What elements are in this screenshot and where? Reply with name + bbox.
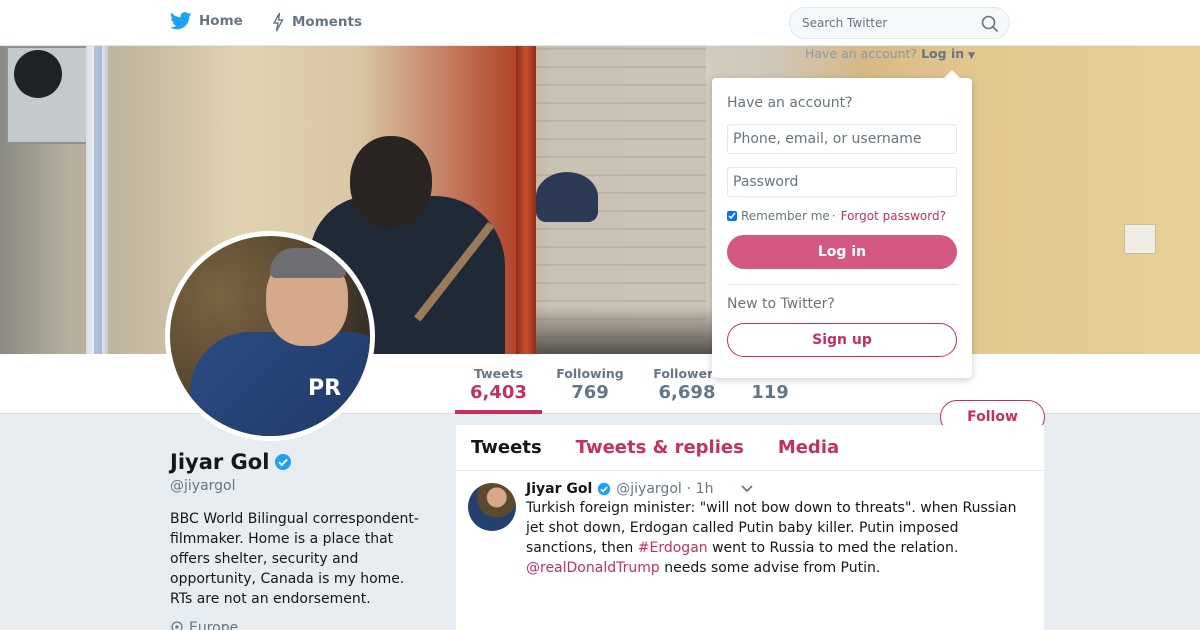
tab-tweets-and-replies[interactable]: Tweets & replies — [576, 437, 744, 458]
login-dropdown: Have an account? Remember me · Forgot pa… — [712, 70, 972, 378]
tweet-text-part: went to Russia to med the relation. — [707, 540, 959, 556]
remember-me-label[interactable]: Remember me — [741, 209, 830, 223]
tweet-timestamp[interactable]: · 1h — [687, 481, 714, 497]
timeline-tabs: Tweets Tweets & replies Media — [456, 425, 1044, 471]
active-tab-indicator — [455, 410, 542, 414]
twitter-bird-icon — [170, 12, 192, 30]
signup-button[interactable]: Sign up — [727, 323, 957, 357]
verified-icon — [598, 482, 611, 496]
stat-label: Tweets — [473, 366, 524, 381]
location-text: Europe — [189, 620, 239, 630]
timeline: Tweets Tweets & replies Media Jiyar Gol … — [456, 425, 1044, 630]
top-navigation: Home Moments — [0, 0, 1200, 46]
divider — [727, 284, 957, 285]
login-link-prefix: Have an account? — [805, 46, 918, 61]
profile-avatar[interactable]: PR — [165, 231, 375, 441]
remember-row: Remember me · Forgot password? — [727, 209, 957, 223]
tweet-author-name[interactable]: Jiyar Gol — [526, 481, 592, 497]
stat-value: 6,403 — [470, 382, 527, 403]
nav-moments[interactable]: Moments — [271, 12, 362, 32]
separator-dot: · — [831, 209, 836, 223]
nav-home-label: Home — [199, 13, 243, 29]
hashtag-link[interactable]: #Erdogan — [638, 540, 708, 556]
nav-home[interactable]: Home — [170, 12, 243, 30]
profile-location: Europe — [170, 620, 238, 630]
mention-link[interactable]: @realDonaldTrump — [526, 560, 660, 576]
chevron-down-icon: ▼ — [968, 51, 976, 61]
username-field[interactable] — [727, 124, 957, 154]
chevron-down-icon[interactable] — [740, 484, 754, 494]
remember-me-checkbox[interactable] — [727, 211, 737, 221]
login-dropdown-title: Have an account? — [727, 95, 853, 111]
profile-bio: BBC World Bilingual correspondent-filmma… — [170, 511, 419, 607]
search-icon[interactable] — [981, 15, 999, 33]
search-input[interactable] — [802, 16, 972, 30]
profile-name-text: Jiyar Gol — [170, 450, 270, 474]
profile-handle[interactable]: @jiyargol — [170, 478, 236, 494]
tweet-text-part: needs some advise from Putin. — [659, 560, 881, 576]
nav-moments-label: Moments — [292, 14, 363, 30]
new-to-twitter-label: New to Twitter? — [727, 296, 835, 312]
location-pin-icon — [171, 621, 183, 630]
login-dropdown-toggle[interactable]: Have an account? Log in ▼ — [805, 46, 975, 61]
password-field[interactable] — [727, 167, 957, 197]
login-link-action: Log in — [921, 46, 965, 61]
stat-label: Following — [556, 366, 624, 381]
stat-value: 119 — [751, 382, 789, 403]
tweet-avatar[interactable] — [468, 483, 516, 531]
login-button[interactable]: Log in — [727, 235, 957, 269]
tab-tweets[interactable]: Tweets — [471, 437, 542, 458]
stat-following[interactable]: Following 769 — [548, 366, 632, 403]
stat-tweets[interactable]: Tweets 6,403 — [455, 366, 542, 403]
stat-value: 6,698 — [658, 382, 716, 403]
forgot-password-link[interactable]: Forgot password? — [841, 209, 946, 223]
avatar-vest-text: PR — [308, 376, 342, 401]
tweet[interactable]: Jiyar Gol @jiyargol · 1h Turkish foreign… — [456, 471, 1044, 588]
stat-value: 769 — [571, 382, 609, 403]
tweet-header: Jiyar Gol @jiyargol · 1h — [526, 481, 1029, 497]
tweet-author-handle[interactable]: @jiyargol — [616, 481, 682, 497]
profile-name[interactable]: Jiyar Gol — [170, 450, 292, 474]
tweet-text: Turkish foreign minister: "will not bow … — [526, 498, 1029, 578]
tab-media[interactable]: Media — [778, 437, 839, 458]
lightning-icon — [272, 12, 284, 32]
search-box — [789, 7, 1010, 39]
verified-icon — [275, 454, 292, 470]
